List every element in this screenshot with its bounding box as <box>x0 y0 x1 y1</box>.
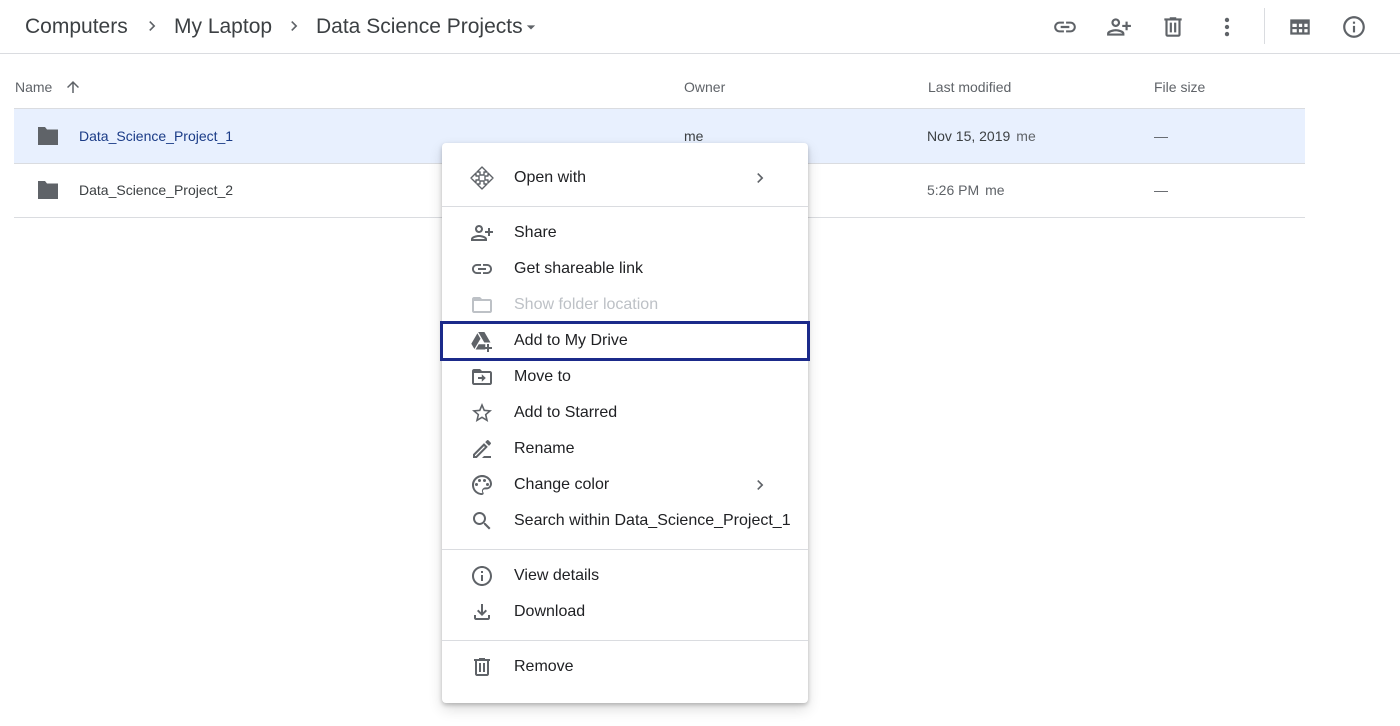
dropdown-arrow-icon[interactable] <box>521 17 541 37</box>
info-icon[interactable] <box>1339 12 1369 42</box>
file-size: — <box>1154 182 1168 198</box>
breadcrumb-current-folder[interactable]: Data Science Projects <box>316 12 523 42</box>
menu-item-label: Share <box>514 224 557 241</box>
chevron-right-icon <box>750 168 770 188</box>
star-icon <box>470 401 494 425</box>
menu-item-label: Get shareable link <box>514 260 643 277</box>
menu-item-rename[interactable]: Rename <box>442 431 808 467</box>
file-size: — <box>1154 128 1168 144</box>
menu-item-add-to-my-drive[interactable]: Add to My Drive <box>440 321 810 361</box>
menu-item-label: Add to Starred <box>514 404 618 421</box>
menu-item-get-link[interactable]: Get shareable link <box>442 251 808 287</box>
menu-item-label: Remove <box>514 658 574 675</box>
menu-divider <box>442 640 808 641</box>
menu-item-add-to-starred[interactable]: Add to Starred <box>442 395 808 431</box>
download-icon <box>470 600 494 624</box>
grid-view-icon[interactable] <box>1285 12 1315 42</box>
menu-item-download[interactable]: Download <box>442 594 808 630</box>
menu-item-share[interactable]: Share <box>442 215 808 251</box>
last-modified: 5:26 PM me <box>927 163 1005 217</box>
move-arrows-icon <box>470 166 494 190</box>
menu-item-label: Download <box>514 603 586 620</box>
file-name: Data_Science_Project_2 <box>79 182 234 198</box>
menu-item-change-color[interactable]: Change color <box>442 467 808 503</box>
menu-item-show-location: Show folder location <box>442 287 808 323</box>
menu-item-label: Show folder location <box>514 296 659 313</box>
chevron-right-icon <box>142 16 162 36</box>
menu-item-open-with[interactable]: Open with <box>442 160 808 196</box>
column-header-last-modified[interactable]: Last modified <box>928 76 1011 98</box>
modified-date: 5:26 PM <box>927 182 980 198</box>
menu-item-label: Rename <box>514 440 575 457</box>
add-person-icon <box>470 221 494 245</box>
search-icon <box>470 509 494 533</box>
menu-item-remove[interactable]: Remove <box>442 649 808 685</box>
drive-add-icon <box>470 329 494 353</box>
menu-divider <box>442 549 808 550</box>
last-modified: Nov 15, 2019 me <box>927 109 1036 163</box>
menu-item-label: Add to My Drive <box>514 332 628 349</box>
menu-item-label: Change color <box>514 476 610 493</box>
folder-icon <box>36 180 60 200</box>
info-icon <box>470 564 494 588</box>
top-bar: Computers My Laptop Data Science Project… <box>0 0 1400 54</box>
menu-item-label: View details <box>514 567 600 584</box>
modified-date: Nov 15, 2019 <box>927 128 1011 144</box>
file-name: Data_Science_Project_1 <box>79 128 234 144</box>
chevron-right-icon <box>284 16 304 36</box>
trash-icon[interactable] <box>1158 12 1188 42</box>
folder-outline-icon <box>470 293 494 317</box>
context-menu: Open with Share Get shareable link Show … <box>440 143 810 703</box>
column-header-owner[interactable]: Owner <box>684 76 725 98</box>
trash-icon <box>470 655 494 679</box>
menu-divider <box>442 206 808 207</box>
link-icon <box>470 257 494 281</box>
menu-item-label: Open with <box>514 169 587 186</box>
menu-item-search-within[interactable]: Search within Data_Science_Project_1 <box>442 503 808 539</box>
modified-by: me <box>1016 128 1036 144</box>
column-header-name[interactable]: Name <box>15 76 82 98</box>
breadcrumb-my-laptop[interactable]: My Laptop <box>174 12 272 42</box>
arrow-up-icon[interactable] <box>64 78 82 96</box>
menu-item-move-to[interactable]: Move to <box>442 359 808 395</box>
move-to-folder-icon <box>470 365 494 389</box>
folder-icon <box>36 126 60 146</box>
link-icon[interactable] <box>1050 12 1080 42</box>
menu-item-label: Search within Data_Science_Project_1 <box>514 512 791 529</box>
column-header-file-size[interactable]: File size <box>1154 76 1205 98</box>
more-vert-icon[interactable] <box>1212 12 1242 42</box>
toolbar-divider <box>1264 8 1265 44</box>
pencil-icon <box>470 437 494 461</box>
palette-icon <box>470 473 494 497</box>
add-person-icon[interactable] <box>1104 12 1134 42</box>
modified-by: me <box>985 182 1005 198</box>
column-header-name-label: Name <box>15 79 53 95</box>
menu-item-view-details[interactable]: View details <box>442 558 808 594</box>
menu-item-label: Move to <box>514 368 571 385</box>
breadcrumb-computers[interactable]: Computers <box>25 12 128 42</box>
chevron-right-icon <box>750 475 770 495</box>
